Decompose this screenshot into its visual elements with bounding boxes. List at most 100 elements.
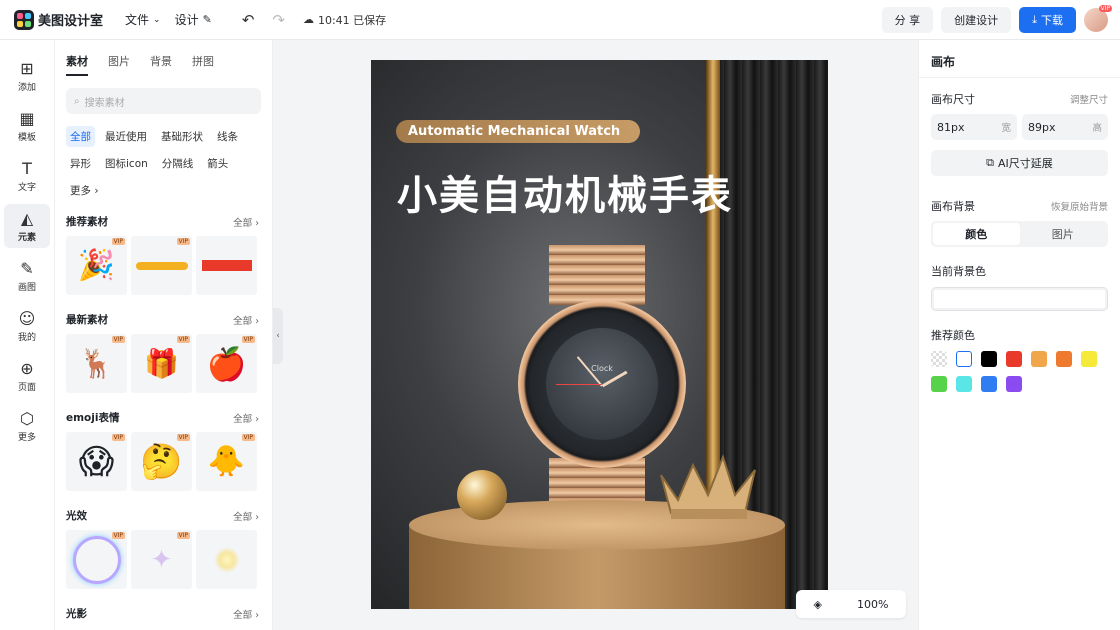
swatch-green[interactable] (931, 376, 947, 392)
height-unit: 高 (1092, 123, 1102, 134)
swatch-red[interactable] (1006, 351, 1022, 367)
swatch-transparent[interactable] (931, 351, 947, 367)
nav-more[interactable]: ⬡ 更多 (4, 404, 50, 448)
ai-extend-button[interactable]: ⧉ AI尺寸延展 (931, 150, 1108, 176)
nav-add[interactable]: ⊞ 添加 (4, 54, 50, 98)
tab-backgrounds[interactable]: 背景 (150, 53, 172, 76)
tab-materials[interactable]: 素材 (66, 53, 88, 76)
chip-shapes[interactable]: 基础形状 (157, 126, 207, 147)
recommend-colors-label: 推荐颜色 (931, 329, 975, 342)
asset-tile[interactable]: 🎁 VIP (131, 334, 192, 393)
asset-tile[interactable]: 😱 VIP (66, 432, 127, 491)
section-latest: 最新素材 全部 › 🦌 VIP 🎁 VIP 🍎 VIP (55, 312, 272, 393)
create-design-button[interactable]: 创建设计 (941, 6, 1012, 33)
see-all-link[interactable]: 全部 › (233, 411, 259, 425)
nav-label: 画图 (17, 282, 36, 293)
app-logo[interactable]: 美图设计室 (14, 9, 103, 30)
chevron-down-icon: ⌄ (153, 14, 161, 25)
scared-face-icon: 😱 (78, 441, 115, 482)
zoom-control[interactable]: ◈ 100% (796, 590, 906, 618)
vip-tag: VIP (176, 532, 190, 539)
height-field[interactable]: 89px 高 (1022, 114, 1108, 140)
see-all-link[interactable]: 全部 › (233, 509, 259, 523)
asset-tile[interactable]: 🤔 VIP (131, 432, 192, 491)
nav-label: 模板 (17, 132, 36, 143)
download-button[interactable]: ⤓ 下载 (1019, 6, 1076, 33)
asset-tile[interactable]: 🍎 VIP (196, 334, 257, 393)
headline-text[interactable]: 小美自动机械手表 (397, 163, 733, 221)
gold-sphere-image (457, 470, 507, 520)
chip-irregular[interactable]: 异形 (66, 153, 95, 174)
see-all-link[interactable]: 全部 › (233, 215, 259, 229)
swatch-white[interactable] (956, 351, 972, 367)
search-placeholder: 搜索素材 (84, 97, 125, 109)
editor-stage: Automatic Mechanical Watch 小美自动机械手表 Cloc… (283, 40, 918, 630)
subtitle-badge[interactable]: Automatic Mechanical Watch (396, 120, 641, 143)
asset-tile[interactable]: VIP (66, 530, 127, 589)
nav-mine[interactable]: ☺ 我的 (4, 304, 50, 348)
nav-pages[interactable]: ⊕ 页面 (4, 354, 50, 398)
swatch-purple[interactable] (1006, 376, 1022, 392)
see-all-label: 全部 (233, 413, 253, 425)
restore-bg-link[interactable]: 恢复原始背景 (1051, 199, 1108, 213)
swatch-black[interactable] (981, 351, 997, 367)
nav-elements[interactable]: ◭ 元素 (4, 204, 50, 248)
see-all-label: 全部 (233, 217, 253, 229)
vip-tag: VIP (241, 336, 255, 343)
asset-tile[interactable]: ✦ VIP (131, 530, 192, 589)
zoom-value: 100% (857, 597, 889, 611)
vip-tag: VIP (111, 238, 125, 245)
shapes-icon: ◭ (20, 208, 34, 228)
chip-more[interactable]: 更多 › (66, 180, 103, 201)
swatch-blue[interactable] (981, 376, 997, 392)
layers-icon[interactable]: ◈ (814, 598, 822, 611)
undo-icon[interactable]: ↶ (242, 11, 255, 29)
chip-icons[interactable]: 图标icon (101, 153, 152, 174)
chip-recent[interactable]: 最近使用 (101, 126, 151, 147)
design-canvas[interactable]: Automatic Mechanical Watch 小美自动机械手表 Cloc… (371, 60, 828, 609)
chip-dividers[interactable]: 分隔线 (158, 153, 198, 174)
page-add-icon: ⊕ (20, 358, 34, 378)
design-menu[interactable]: 设计 ✎ (175, 11, 212, 28)
tab-images[interactable]: 图片 (108, 53, 130, 76)
seg-image[interactable]: 图片 (1020, 223, 1107, 245)
section-title: 光影 (66, 608, 87, 620)
nav-text[interactable]: T 文字 (4, 154, 50, 198)
chip-all[interactable]: 全部 (66, 126, 95, 147)
see-all-link[interactable]: 全部 › (233, 607, 259, 621)
width-field[interactable]: 81px 宽 (931, 114, 1017, 140)
file-menu[interactable]: 文件 ⌄ (125, 11, 161, 28)
nav-draw[interactable]: ✎ 画图 (4, 254, 50, 298)
see-all-link[interactable]: 全部 › (233, 313, 259, 327)
section-light-effects: 光效 全部 › VIP ✦ VIP (55, 508, 272, 589)
asset-tile[interactable]: 🦌 VIP (66, 334, 127, 393)
asset-tile[interactable]: 🐥 VIP (196, 432, 257, 491)
share-button[interactable]: 分 享 (881, 6, 934, 33)
swatch-yellow[interactable] (1081, 351, 1097, 367)
chip-more-label: 更多 (70, 185, 91, 197)
tab-collage[interactable]: 拼图 (192, 53, 214, 76)
chip-arrows[interactable]: 箭头 (203, 153, 232, 174)
download-label: 下载 (1041, 13, 1063, 27)
swatch-light-orange[interactable] (1031, 351, 1047, 367)
section-title: 最新素材 (66, 314, 108, 326)
nav-template[interactable]: ▦ 模板 (4, 104, 50, 148)
asset-tile[interactable]: 🎉 VIP (66, 236, 127, 295)
see-all-label: 全部 (233, 609, 253, 621)
seg-color[interactable]: 颜色 (933, 223, 1020, 245)
watch-brand-text: Clock (591, 363, 613, 373)
current-color-box[interactable] (931, 287, 1108, 311)
swatch-cyan[interactable] (956, 376, 972, 392)
search-input[interactable]: ⌕ 搜索素材 (66, 88, 261, 114)
asset-tile[interactable] (196, 236, 257, 295)
avatar[interactable]: VIP (1084, 4, 1112, 32)
adjust-size-link[interactable]: 调整尺寸 (1070, 92, 1108, 106)
collapse-panel-button[interactable]: ‹ (273, 308, 283, 364)
asset-tile[interactable] (196, 530, 257, 589)
nav-label: 文字 (17, 182, 36, 193)
nav-label: 元素 (17, 232, 36, 243)
chip-lines[interactable]: 线条 (213, 126, 242, 147)
asset-tile[interactable]: VIP (131, 236, 192, 295)
swatch-orange[interactable] (1056, 351, 1072, 367)
redo-icon[interactable]: ↷ (272, 11, 285, 29)
